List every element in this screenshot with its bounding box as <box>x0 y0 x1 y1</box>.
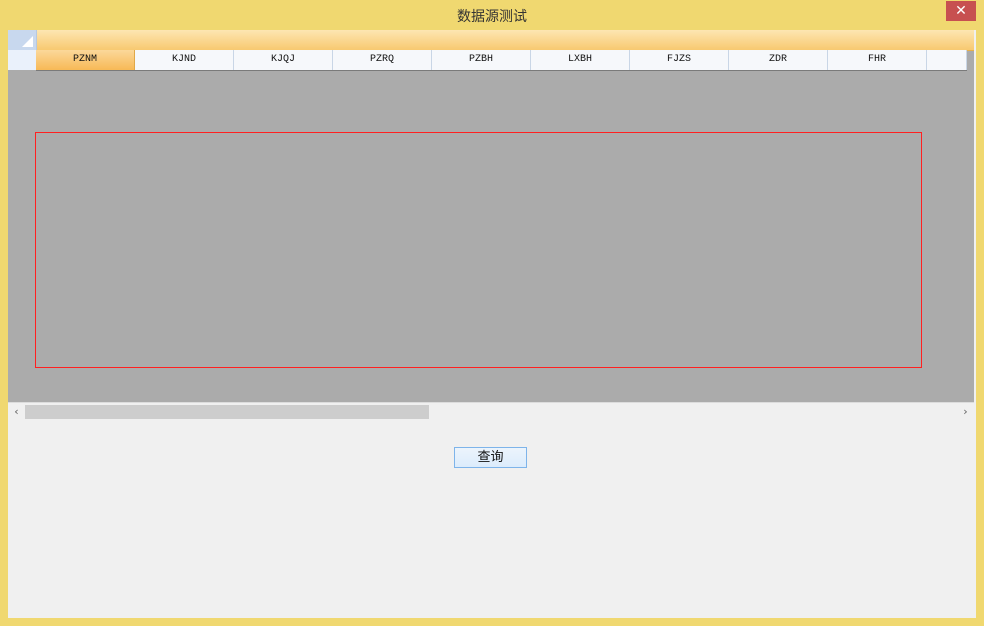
column-header-pznm[interactable]: PZNM <box>36 50 135 70</box>
data-grid: PZNM KJND KJQJ PZRQ PZBH LXBH FJZS ZDR F… <box>8 30 974 420</box>
scroll-left-icon[interactable]: ‹ <box>8 403 25 420</box>
column-header-kjqj[interactable]: KJQJ <box>234 50 333 70</box>
highlight-rectangle <box>35 132 922 368</box>
column-header-fjzs[interactable]: FJZS <box>630 50 729 70</box>
query-button[interactable]: 查询 <box>454 447 527 468</box>
grid-body[interactable] <box>8 71 974 402</box>
grid-corner[interactable] <box>8 30 37 70</box>
scroll-right-icon[interactable]: › <box>957 403 974 420</box>
title-bar: 数据源测试 ✕ <box>0 0 984 30</box>
column-header-zdr[interactable]: ZDR <box>729 50 828 70</box>
client-area: PZNM KJND KJQJ PZRQ PZBH LXBH FJZS ZDR F… <box>8 30 976 618</box>
scrollbar-thumb[interactable] <box>25 405 429 419</box>
column-header-kjnd[interactable]: KJND <box>135 50 234 70</box>
select-all-icon <box>22 36 33 47</box>
horizontal-scrollbar[interactable]: ‹ › <box>8 402 974 420</box>
column-header-next[interactable] <box>927 50 967 70</box>
column-header-fhr[interactable]: FHR <box>828 50 927 70</box>
column-headers: PZNM KJND KJQJ PZRQ PZBH LXBH FJZS ZDR F… <box>36 50 967 71</box>
column-header-pzrq[interactable]: PZRQ <box>333 50 432 70</box>
column-header-pzbh[interactable]: PZBH <box>432 50 531 70</box>
column-header-lxbh[interactable]: LXBH <box>531 50 630 70</box>
app-window: 数据源测试 ✕ PZNM KJND KJQJ PZRQ PZBH LXBH FJ… <box>0 0 984 626</box>
close-icon: ✕ <box>955 3 967 19</box>
group-panel <box>8 30 974 51</box>
window-title: 数据源测试 <box>457 9 527 25</box>
close-button[interactable]: ✕ <box>946 1 976 21</box>
